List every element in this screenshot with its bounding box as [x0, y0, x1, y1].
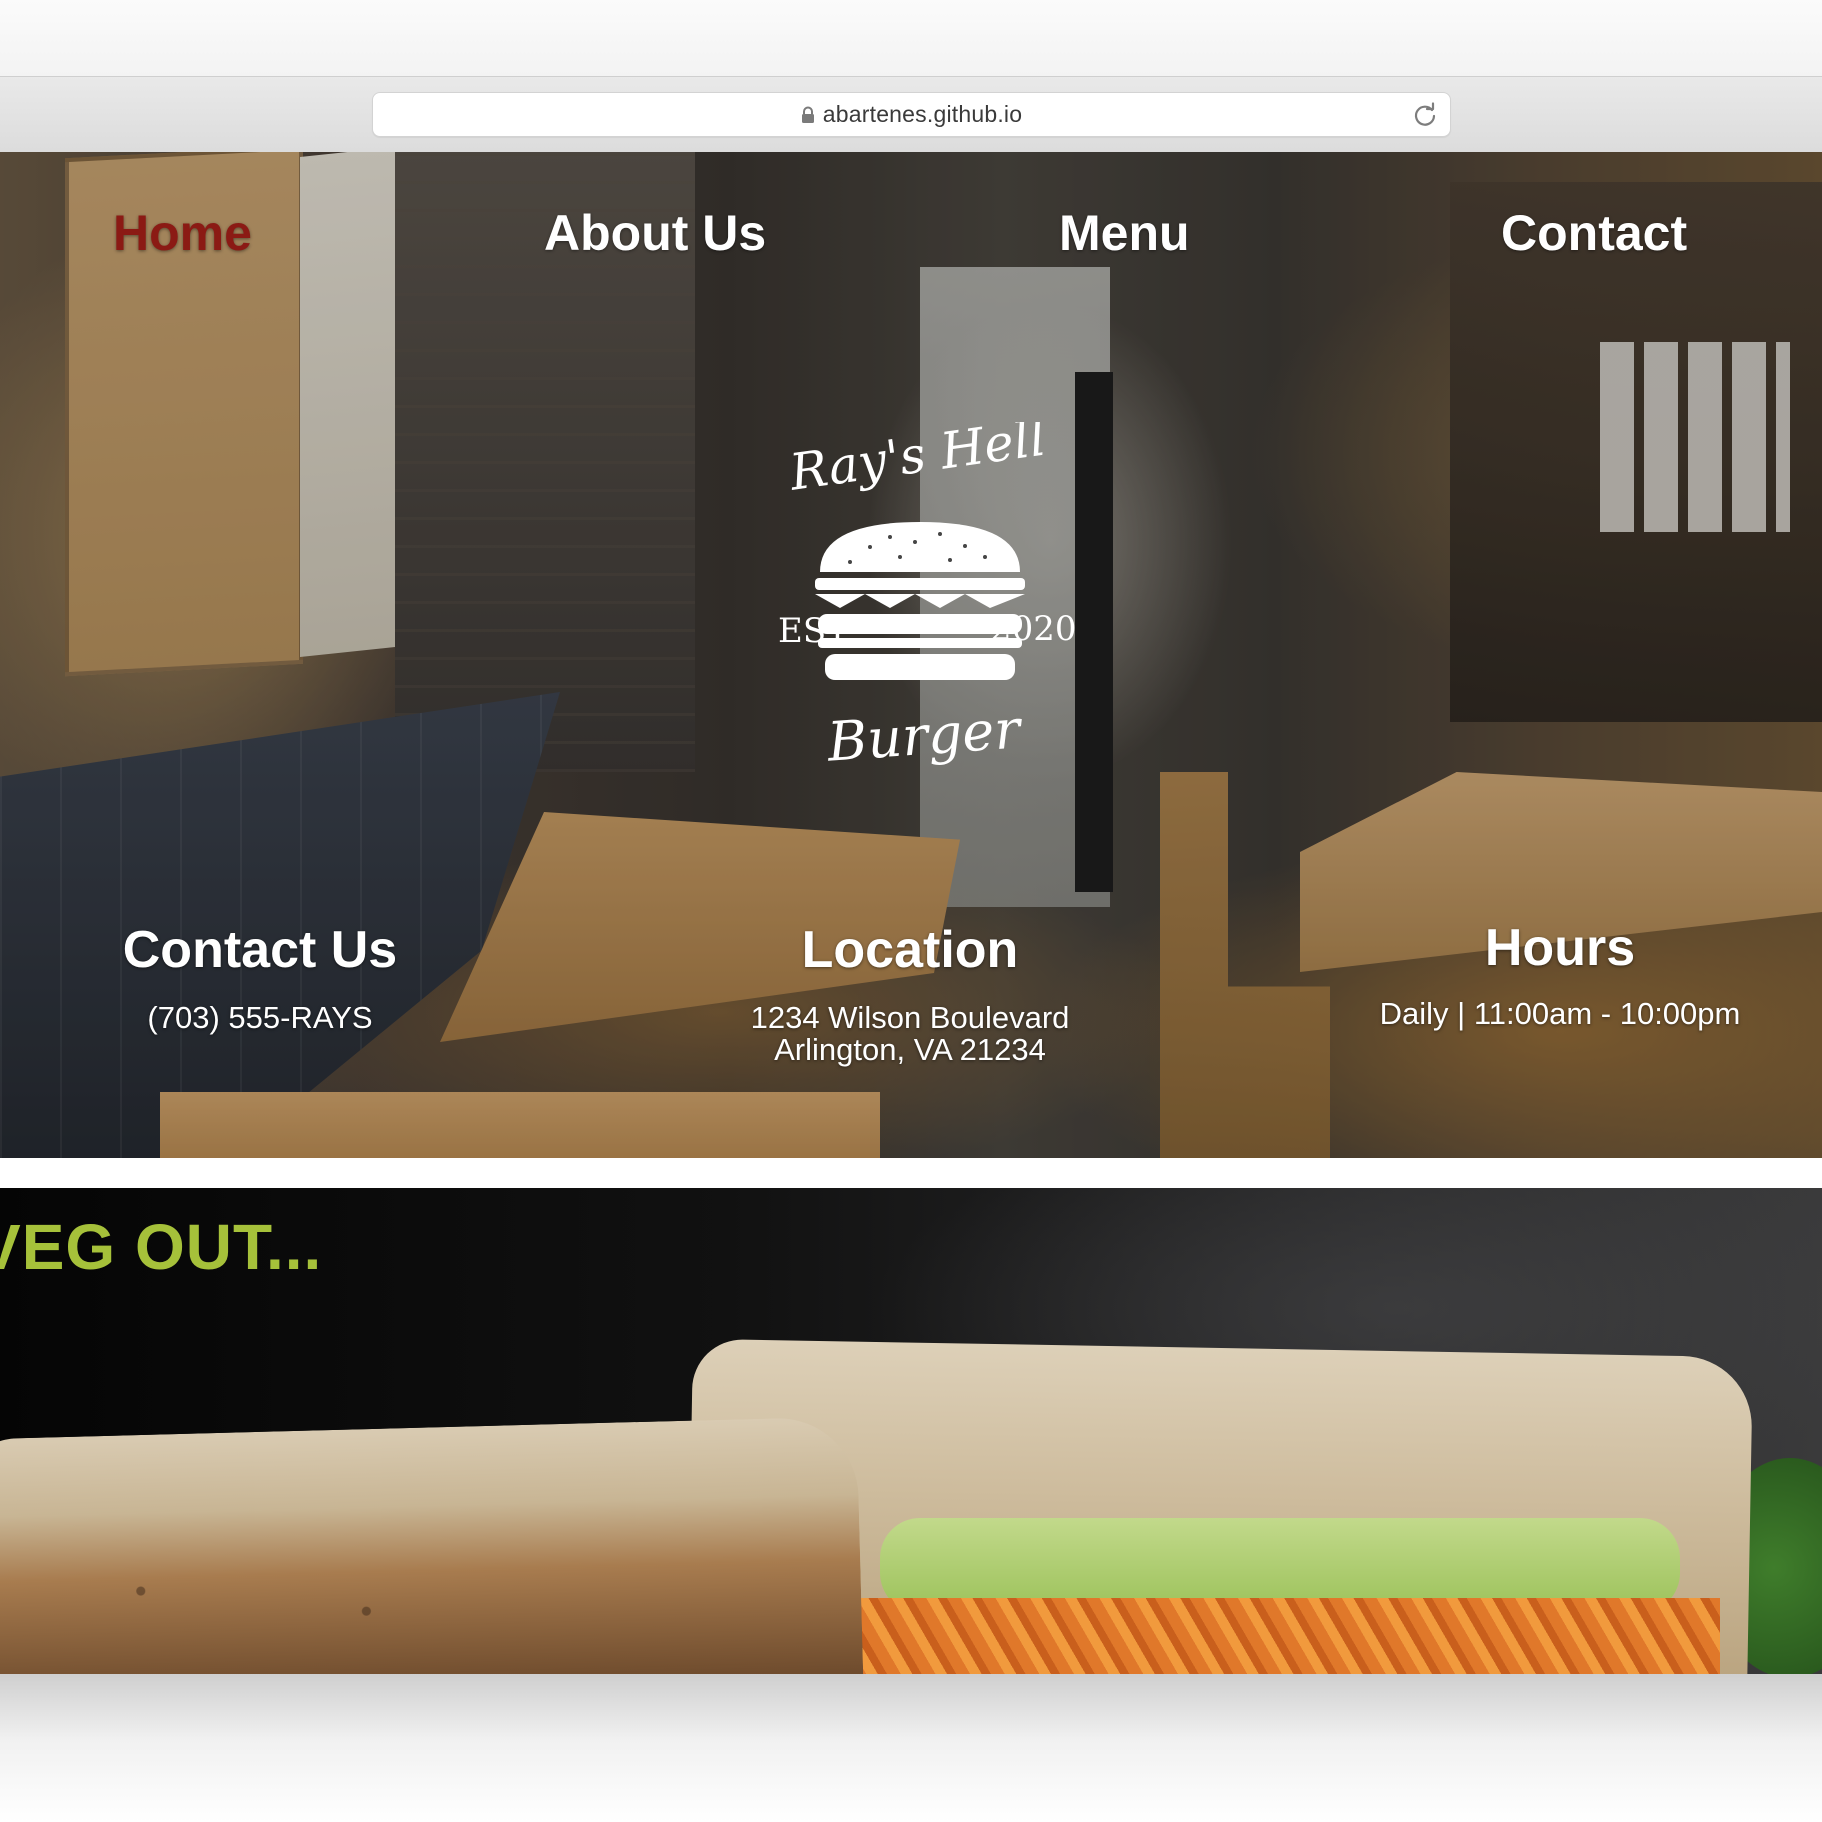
nav-contact[interactable]: Contact	[1501, 204, 1687, 262]
hero-section: Home About Us Menu Contact Ray's Hell ES…	[0, 152, 1822, 1158]
nav-about-us[interactable]: About Us	[544, 204, 766, 262]
burger-icon	[815, 522, 1025, 680]
logo-name-top: Ray's Hell	[785, 422, 1049, 502]
nav-menu[interactable]: Menu	[1059, 204, 1190, 262]
veg-out-section: VEG OUT...	[0, 1188, 1822, 1674]
page-bottom-shadow	[0, 1674, 1822, 1822]
location-block: Location 1234 Wilson Boulevard Arlington…	[660, 920, 1160, 1066]
browser-toolbar: abartenes.github.io	[0, 76, 1822, 153]
location-heading: Location	[801, 921, 1019, 979]
url-display: abartenes.github.io	[373, 93, 1450, 136]
url-text: abartenes.github.io	[822, 101, 1023, 127]
address-bar[interactable]: abartenes.github.io	[372, 92, 1451, 137]
nav-home[interactable]: Home	[113, 204, 252, 262]
logo-est-label: EST.	[778, 611, 855, 651]
contact-us-heading: Contact Us	[122, 921, 398, 979]
hours-block: Hours Daily | 11:00am - 10:00pm	[1310, 920, 1810, 1030]
lock-icon	[801, 106, 814, 123]
window-titlebar	[0, 0, 1822, 76]
veg-out-title: VEG OUT...	[0, 1211, 323, 1283]
logo-name-bottom: Burger	[824, 697, 1025, 774]
address-line-1: 1234 Wilson Boulevard	[750, 1000, 1070, 1035]
logo-year: 2020	[990, 609, 1077, 649]
address-line-2: Arlington, VA 21234	[774, 1032, 1046, 1067]
contact-phone[interactable]: (703) 555-RAYS	[10, 1002, 510, 1034]
contact-us-block: Contact Us (703) 555-RAYS	[10, 920, 510, 1034]
hours-text: Daily | 11:00am - 10:00pm	[1379, 996, 1741, 1031]
sandwich-bread	[0, 1416, 864, 1674]
rays-hell-burger-logo: Ray's Hell EST. 2020 Burger	[778, 422, 1077, 774]
hours-heading: Hours	[1484, 919, 1636, 977]
reload-icon[interactable]	[1412, 102, 1438, 128]
shredded-carrot	[820, 1598, 1720, 1674]
